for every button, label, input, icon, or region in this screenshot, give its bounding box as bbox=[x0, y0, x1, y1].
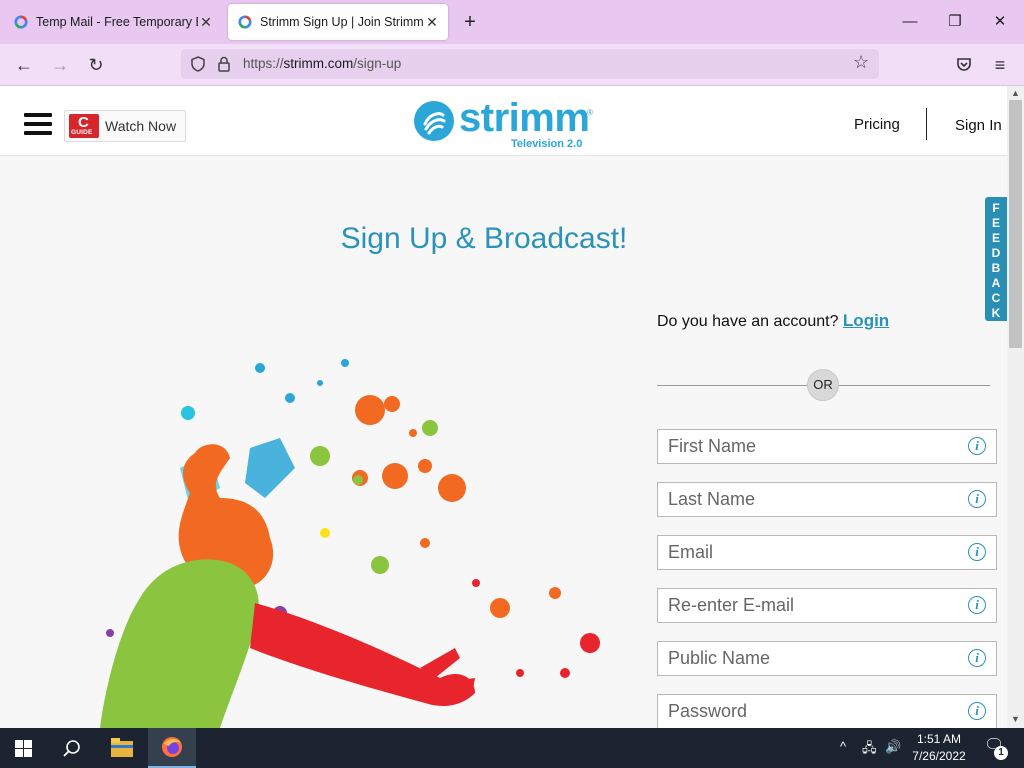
tab-title: Strimm Sign Up | Join Strimm bbox=[260, 15, 424, 29]
windows-start-icon[interactable] bbox=[15, 740, 32, 757]
feedback-tab[interactable]: FEEDBACK bbox=[985, 197, 1007, 321]
logo-tagline: Television 2.0 bbox=[511, 138, 583, 150]
page-title: Sign Up & Broadcast! bbox=[340, 222, 628, 255]
notification-center-icon[interactable]: 🗨 1 bbox=[984, 737, 1008, 760]
tab-bar: Temp Mail - Free Temporary Email ✕ Strim… bbox=[0, 0, 1024, 44]
taskbar: ^ 🖧 🔊 1:51 AM 7/26/2022 🗨 1 bbox=[0, 728, 1024, 768]
strimm-logo-mark-icon bbox=[414, 101, 454, 141]
volume-icon[interactable]: 🔊 bbox=[885, 739, 901, 755]
password-field[interactable]: i bbox=[657, 694, 997, 728]
reenter-email-field[interactable]: i bbox=[657, 588, 997, 623]
page-scrollbar[interactable]: ▲ ▼ bbox=[1007, 86, 1024, 728]
pricing-link[interactable]: Pricing bbox=[854, 116, 900, 133]
restore-icon[interactable]: ❐ bbox=[940, 8, 970, 36]
info-icon[interactable]: i bbox=[968, 649, 986, 667]
cguide-logo: C GUIDE bbox=[69, 114, 99, 138]
scroll-down-icon[interactable]: ▼ bbox=[1011, 714, 1020, 724]
forward-icon[interactable]: → bbox=[47, 52, 73, 78]
url-scheme: https:// bbox=[243, 56, 284, 71]
watch-now-button[interactable]: C GUIDE Watch Now bbox=[64, 110, 186, 142]
search-icon[interactable] bbox=[62, 739, 81, 758]
info-icon[interactable]: i bbox=[968, 596, 986, 614]
account-prompt: Do you have an account? Login bbox=[657, 311, 889, 331]
minimize-icon[interactable]: — bbox=[895, 8, 925, 36]
site-header: C GUIDE Watch Now strimm ® Television 2.… bbox=[0, 86, 1007, 156]
show-hidden-icons-icon[interactable]: ^ bbox=[840, 739, 846, 754]
info-icon[interactable]: i bbox=[968, 702, 986, 720]
strimm-logo[interactable]: strimm ® Television 2.0 bbox=[413, 96, 603, 152]
network-icon[interactable]: 🖧 bbox=[862, 739, 877, 761]
new-tab-icon[interactable]: + bbox=[458, 10, 482, 34]
registered-mark: ® bbox=[587, 108, 593, 117]
info-icon[interactable]: i bbox=[968, 543, 986, 561]
info-icon[interactable]: i bbox=[968, 437, 986, 455]
header-divider bbox=[926, 108, 927, 140]
google-favicon-icon bbox=[238, 15, 252, 29]
shield-icon[interactable] bbox=[189, 55, 207, 73]
firefox-icon bbox=[162, 737, 182, 757]
logo-wordmark: strimm bbox=[459, 96, 590, 140]
first-name-field[interactable]: i bbox=[657, 429, 997, 464]
account-prompt-text: Do you have an account? bbox=[657, 313, 839, 330]
back-icon[interactable]: ← bbox=[11, 52, 37, 78]
bookmark-star-icon[interactable]: ☆ bbox=[853, 52, 869, 73]
file-explorer-icon[interactable] bbox=[111, 738, 133, 758]
password-input[interactable] bbox=[658, 695, 958, 728]
cguide-word: GUIDE bbox=[71, 129, 93, 136]
url-text[interactable]: https://strimm.com/sign-up bbox=[243, 56, 401, 71]
google-favicon-icon bbox=[14, 15, 28, 29]
watch-now-label: Watch Now bbox=[105, 118, 177, 134]
url-path: /sign-up bbox=[353, 56, 402, 71]
email-field[interactable]: i bbox=[657, 535, 997, 570]
scroll-thumb[interactable] bbox=[1009, 100, 1022, 348]
close-tab-icon[interactable]: ✕ bbox=[198, 14, 214, 31]
tab-strimm-sign-up[interactable]: Strimm Sign Up | Join Strimm ✕ bbox=[228, 4, 448, 40]
pocket-icon[interactable] bbox=[955, 56, 973, 74]
scroll-up-icon[interactable]: ▲ bbox=[1011, 88, 1020, 98]
sign-in-link[interactable]: Sign In bbox=[955, 117, 1002, 134]
close-tab-icon[interactable]: ✕ bbox=[424, 14, 440, 31]
hamburger-icon[interactable] bbox=[24, 113, 52, 135]
info-icon[interactable]: i bbox=[968, 490, 986, 508]
lock-icon[interactable] bbox=[215, 55, 233, 73]
email-input[interactable] bbox=[658, 536, 958, 569]
tab-title: Temp Mail - Free Temporary Email bbox=[36, 15, 198, 29]
menu-icon[interactable]: ≡ bbox=[987, 52, 1013, 78]
public-name-input[interactable] bbox=[658, 642, 958, 675]
feedback-label: FEEDBACK bbox=[991, 201, 1001, 320]
login-link[interactable]: Login bbox=[843, 311, 889, 330]
firefox-taskbar-button[interactable] bbox=[148, 728, 196, 768]
last-name-input[interactable] bbox=[658, 483, 958, 516]
page-content: C GUIDE Watch Now strimm ® Television 2.… bbox=[0, 86, 1007, 728]
url-bar[interactable]: https://strimm.com/sign-up ☆ bbox=[181, 49, 879, 79]
or-divider-badge: OR bbox=[807, 369, 839, 401]
last-name-field[interactable]: i bbox=[657, 482, 997, 517]
url-host: strimm.com bbox=[283, 56, 354, 71]
public-name-field[interactable]: i bbox=[657, 641, 997, 676]
paint-splash-illustration bbox=[100, 359, 600, 728]
reenter-email-input[interactable] bbox=[658, 589, 958, 622]
tab-temp-mail[interactable]: Temp Mail - Free Temporary Email ✕ bbox=[4, 4, 222, 40]
notification-badge: 1 bbox=[994, 746, 1008, 760]
clock-date: 7/26/2022 bbox=[912, 749, 966, 763]
system-clock[interactable]: 1:51 AM 7/26/2022 bbox=[905, 731, 973, 765]
navigation-bar: ← → ↻ https://strimm.com/sign-up ☆ ≡ bbox=[0, 44, 1024, 86]
first-name-input[interactable] bbox=[658, 430, 958, 463]
clock-time: 1:51 AM bbox=[916, 732, 962, 746]
close-window-icon[interactable]: ✕ bbox=[985, 8, 1015, 36]
reload-icon[interactable]: ↻ bbox=[83, 52, 109, 78]
